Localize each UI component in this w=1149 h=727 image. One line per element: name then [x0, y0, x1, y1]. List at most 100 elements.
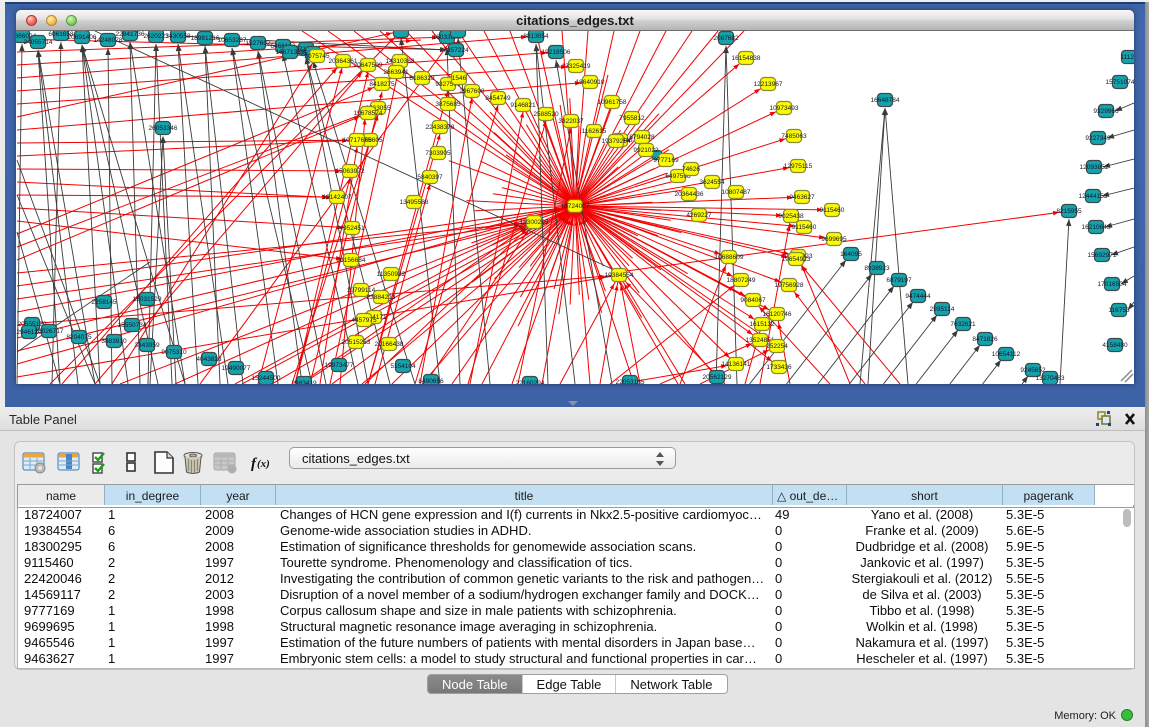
svg-text:7303905: 7303905	[425, 150, 451, 157]
svg-text:9025438: 9025438	[778, 213, 804, 220]
svg-text:19384554: 19384554	[605, 272, 634, 279]
svg-text:18640910: 18640910	[576, 79, 605, 86]
svg-text:9075310: 9075310	[161, 349, 187, 356]
svg-text:19379254: 19379254	[602, 138, 631, 145]
svg-text:8215955: 8215955	[1056, 208, 1082, 215]
svg-text:164095: 164095	[840, 251, 862, 258]
svg-text:7485063: 7485063	[781, 133, 807, 140]
svg-text:4043823: 4043823	[196, 356, 222, 363]
svg-text:7357224: 7357224	[443, 47, 469, 54]
svg-text:12444153: 12444153	[1079, 193, 1108, 200]
svg-text:9084067: 9084067	[740, 297, 766, 304]
svg-text:18724007: 18724007	[561, 203, 590, 210]
svg-text:15031529: 15031529	[133, 296, 162, 303]
svg-text:13495588: 13495588	[400, 199, 429, 206]
svg-text:8490656: 8490656	[418, 378, 444, 384]
svg-text:16120746: 16120746	[763, 311, 792, 318]
svg-text:18807249: 18807249	[727, 277, 756, 284]
svg-text:2588520: 2588520	[533, 111, 559, 118]
svg-text:12213967: 12213967	[754, 81, 783, 88]
svg-text:18026717: 18026717	[35, 328, 64, 335]
svg-text:4269227: 4269227	[686, 212, 712, 219]
svg-text:6879197: 6879197	[886, 277, 912, 284]
svg-text:2663941: 2663941	[383, 69, 409, 76]
svg-text:18300295: 18300295	[520, 219, 549, 226]
svg-text:10653287: 10653287	[218, 37, 247, 44]
svg-text:19973477: 19973477	[325, 362, 354, 369]
svg-text:7632621: 7632621	[950, 321, 976, 328]
svg-text:4952451: 4952451	[339, 225, 365, 232]
svg-text:20156684: 20156684	[337, 257, 366, 264]
svg-text:2087682: 2087682	[713, 35, 739, 42]
svg-text:9474444: 9474444	[905, 293, 931, 300]
svg-text:8454749: 8454749	[485, 95, 511, 102]
svg-text:20166438: 20166438	[375, 341, 404, 348]
svg-text:4457975: 4457975	[351, 317, 377, 324]
svg-text:20562129: 20562129	[703, 374, 732, 381]
svg-text:4158480: 4158480	[1102, 342, 1128, 349]
svg-text:1546: 1546	[452, 75, 467, 82]
svg-text:3883910: 3883910	[101, 338, 127, 345]
svg-text:14248078: 14248078	[94, 37, 123, 44]
svg-text:15550734: 15550734	[118, 322, 147, 329]
svg-text:10973493: 10973493	[770, 105, 799, 112]
svg-text:9699695: 9699695	[821, 236, 847, 243]
svg-text:10807487: 10807487	[722, 189, 751, 196]
svg-text:9227349: 9227349	[1085, 135, 1111, 142]
svg-text:5154104: 5154104	[390, 363, 416, 370]
svg-text:17016504: 17016504	[1098, 281, 1127, 288]
svg-text:10961758: 10961758	[598, 99, 627, 106]
svg-text:2983419: 2983419	[291, 380, 317, 384]
svg-text:13325419: 13325419	[562, 63, 591, 70]
svg-text:23884213: 23884213	[367, 294, 396, 301]
svg-text:1527602: 1527602	[245, 40, 271, 47]
svg-text:252254: 252254	[766, 343, 788, 350]
svg-text:11350932: 11350932	[377, 271, 406, 278]
svg-text:20691406: 20691406	[68, 34, 97, 41]
svg-text:2258145: 2258145	[91, 299, 117, 306]
svg-text:20515263: 20515263	[342, 339, 371, 346]
svg-text:8186328: 8186328	[409, 75, 435, 82]
svg-text:16648784: 16648784	[871, 97, 900, 104]
svg-text:19218506: 19218506	[542, 49, 571, 56]
svg-text:1733436: 1733436	[766, 364, 792, 371]
svg-text:8204075: 8204075	[66, 334, 92, 341]
svg-text:14310388: 14310388	[386, 58, 415, 65]
svg-text:19678574: 19678574	[354, 110, 383, 117]
svg-text:19799114: 19799114	[347, 287, 376, 294]
svg-text:22053165: 22053165	[616, 379, 645, 384]
svg-text:24055714: 24055714	[24, 39, 53, 46]
svg-text:3322037: 3322037	[558, 118, 584, 125]
svg-text:20647509: 20647509	[354, 62, 383, 69]
svg-text:9463627: 9463627	[789, 194, 815, 201]
svg-text:3430558: 3430558	[165, 33, 191, 40]
svg-text:14136141: 14136141	[722, 361, 751, 368]
svg-text:(x): (x)	[257, 458, 270, 470]
svg-text:5840397: 5840397	[417, 174, 443, 181]
svg-text:10688609: 10688609	[715, 254, 744, 261]
svg-text:7955812: 7955812	[619, 115, 645, 122]
svg-text:9921022: 9921022	[633, 147, 659, 154]
svg-text:22160294: 22160294	[516, 380, 545, 384]
svg-text:9146821: 9146821	[510, 102, 536, 109]
svg-text:16154838: 16154838	[732, 55, 761, 62]
svg-text:8471826: 8471826	[972, 336, 998, 343]
svg-text:16210643: 16210643	[1082, 224, 1111, 231]
svg-text:8938923: 8938923	[864, 265, 890, 272]
svg-text:2967608: 2967608	[459, 88, 485, 95]
svg-text:74626: 74626	[682, 166, 700, 173]
svg-text:15063972: 15063972	[336, 168, 365, 175]
svg-text:116753: 116753	[1108, 307, 1130, 314]
svg-text:11121: 11121	[1120, 54, 1134, 61]
svg-text:6794028: 6794028	[629, 134, 655, 141]
svg-text:12975115: 12975115	[784, 163, 813, 170]
svg-text:19756928: 19756928	[775, 282, 804, 289]
svg-text:3075745: 3075745	[304, 53, 330, 60]
svg-text:8418275: 8418275	[369, 81, 395, 88]
svg-text:19654923: 19654923	[782, 256, 811, 263]
svg-text:22438378: 22438378	[426, 124, 455, 131]
svg-text:1162615: 1162615	[582, 128, 607, 135]
svg-text:9115460: 9115460	[820, 207, 845, 214]
svg-text:9329966: 9329966	[1093, 108, 1119, 115]
svg-text:19142407: 19142407	[323, 194, 352, 201]
